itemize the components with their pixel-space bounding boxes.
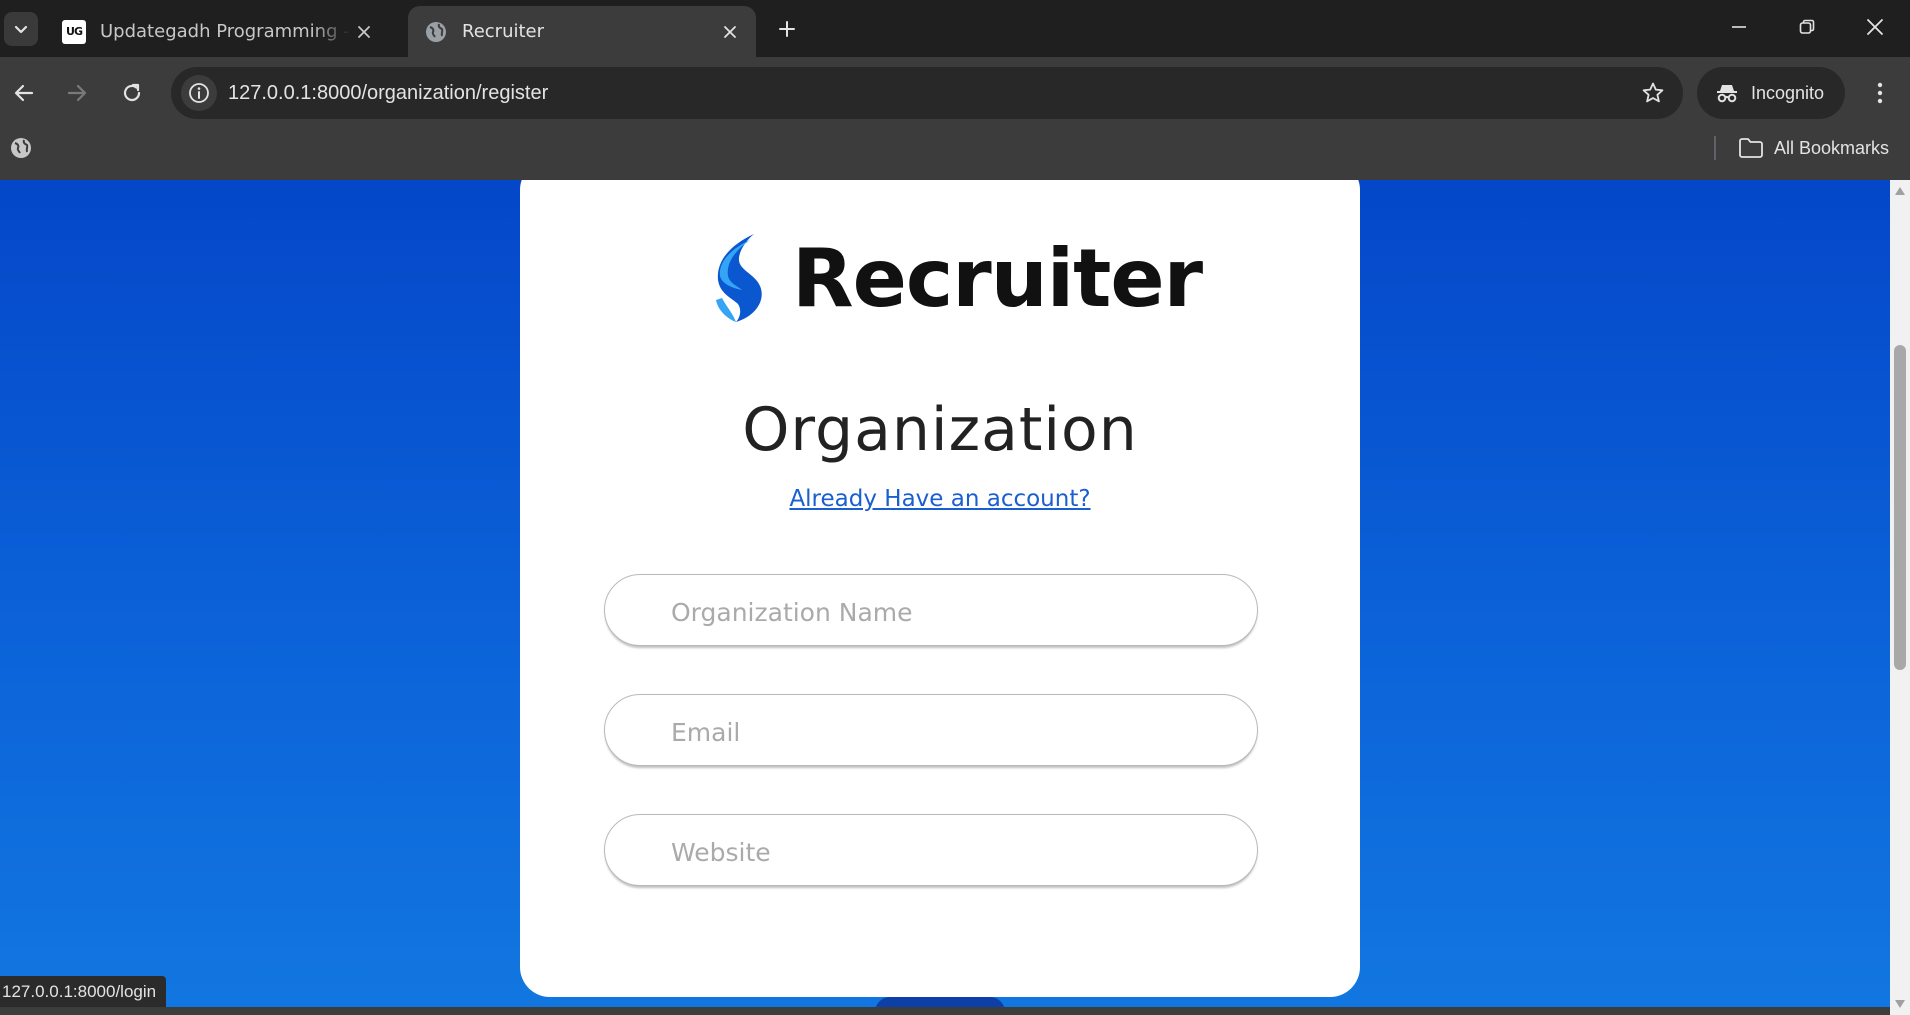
reload-button[interactable]: [109, 70, 155, 116]
incognito-icon: [1717, 85, 1737, 103]
site-info-button[interactable]: [181, 75, 217, 111]
triangle-down-icon: [1895, 1000, 1905, 1008]
tab-title: Recruiter: [462, 21, 545, 42]
close-window-button[interactable]: [1841, 0, 1909, 54]
all-bookmarks-button[interactable]: All Bookmarks: [1738, 131, 1889, 165]
forward-button[interactable]: [54, 70, 100, 116]
restore-button[interactable]: [1773, 0, 1841, 54]
tab-strip: UG Updategadh Programming - Updategadh R…: [0, 0, 1910, 57]
chevron-down-icon: [14, 25, 28, 34]
register-card: Recruiter Organization Already Have an a…: [520, 180, 1360, 997]
star-icon: [1642, 82, 1664, 103]
close-tab-button[interactable]: [716, 18, 744, 46]
all-bookmarks-label: All Bookmarks: [1774, 137, 1890, 158]
info-icon: [189, 83, 209, 103]
browser-toolbar: 127.0.0.1:8000/organization/register Inc…: [0, 57, 1910, 129]
address-bar[interactable]: 127.0.0.1:8000/organization/register: [171, 67, 1683, 119]
page-viewport: Recruiter Organization Already Have an a…: [0, 180, 1890, 1015]
triangle-up-icon: [1895, 187, 1905, 195]
globe-icon: [11, 138, 31, 158]
new-tab-button[interactable]: [770, 12, 804, 46]
minimize-button[interactable]: [1705, 0, 1773, 54]
folder-icon: [1739, 138, 1763, 158]
scroll-up-button[interactable]: [1890, 182, 1910, 200]
link-status-bubble: 127.0.0.1:8000/login: [0, 976, 167, 1007]
organization-name-field: [604, 574, 1258, 646]
website-field: [604, 814, 1258, 886]
recruiter-s-logo-icon: [716, 234, 762, 322]
organization-name-input[interactable]: [605, 575, 1257, 645]
website-input[interactable]: [605, 815, 1257, 885]
reload-icon: [123, 83, 141, 102]
browser-menu-button[interactable]: [1860, 70, 1900, 116]
tab-updategadh[interactable]: UG Updategadh Programming - Updategadh: [46, 6, 398, 57]
close-icon: [358, 25, 370, 38]
scroll-down-button[interactable]: [1890, 995, 1910, 1013]
back-button[interactable]: [1, 70, 47, 116]
page-scrollbar[interactable]: [1890, 180, 1910, 1015]
arrow-right-icon: [67, 84, 87, 102]
incognito-label: Incognito: [1751, 82, 1825, 103]
tab-search-button[interactable]: [4, 12, 38, 46]
tab-favicon: UG: [62, 19, 86, 44]
bottom-strip: [0, 1007, 1890, 1015]
tab-title: Updategadh Programming - Updategadh: [100, 21, 350, 42]
incognito-profile-button[interactable]: Incognito: [1697, 67, 1845, 119]
scrollbar-thumb[interactable]: [1894, 345, 1906, 670]
more-vert-icon: [1877, 82, 1883, 104]
login-link[interactable]: Already Have an account?: [520, 486, 1360, 512]
close-icon: [1867, 19, 1883, 35]
address-url[interactable]: 127.0.0.1:8000/organization/register: [228, 67, 548, 119]
email-input[interactable]: [605, 695, 1257, 765]
email-field: [604, 694, 1258, 766]
bookmark-star-button[interactable]: [1637, 77, 1669, 109]
bookmark-item[interactable]: [8, 135, 34, 161]
close-icon: [724, 25, 736, 38]
tab-recruiter[interactable]: Recruiter: [408, 6, 756, 57]
brand: Recruiter: [710, 223, 1203, 333]
minimize-icon: [1732, 26, 1746, 28]
globe-icon: [426, 21, 446, 42]
page-title: Organization: [742, 395, 1138, 465]
brand-name: Recruiter: [792, 231, 1203, 325]
restore-icon: [1799, 19, 1815, 34]
ug-logo-icon: UG: [62, 19, 86, 44]
close-tab-button[interactable]: [350, 18, 378, 46]
plus-icon: [779, 21, 795, 37]
tab-favicon: [424, 20, 448, 44]
bookmarks-bar: [0, 129, 1910, 180]
bookmarks-separator: [1714, 136, 1716, 160]
arrow-left-icon: [14, 84, 34, 102]
